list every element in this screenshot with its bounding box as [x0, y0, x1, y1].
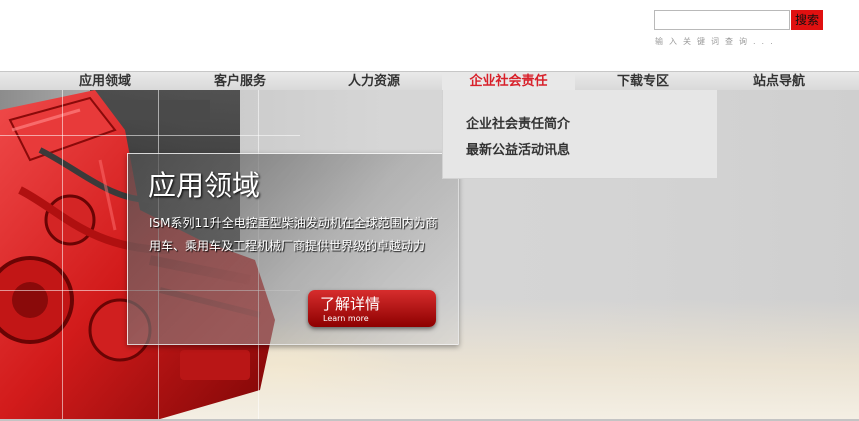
nav-item-human-resources[interactable]: 人力资源	[348, 72, 400, 91]
nav-item-social-responsibility[interactable]: 企业社会责任	[442, 72, 575, 91]
nav-item-applications[interactable]: 应用领域	[79, 72, 131, 91]
learn-more-sublabel: Learn more	[323, 314, 369, 323]
search-button[interactable]: 搜索	[791, 10, 823, 30]
hero-description: ISM系列11升全电控重型柴油发动机在全球范围内为商用车、乘用车及工程机械厂商提…	[149, 216, 438, 253]
nav-item-site-map[interactable]: 站点导航	[753, 72, 805, 91]
hero-info-panel: 应用领域 ISM系列11升全电控重型柴油发动机在全球范围内为商用车、乘用车及工程…	[127, 153, 459, 345]
learn-more-button[interactable]: 了解详情 Learn more	[308, 290, 436, 327]
learn-more-label: 了解详情	[320, 295, 381, 313]
hero-title: 应用领域	[148, 169, 261, 202]
social-responsibility-dropdown: 企业社会责任简介 最新公益活动讯息	[442, 90, 718, 179]
grid-line	[0, 135, 300, 136]
nav-item-customer-service[interactable]: 客户服务	[214, 72, 266, 91]
main-nav: 应用领域 客户服务 人力资源 企业社会责任 下载专区 站点导航	[0, 71, 859, 92]
dropdown-item-csr-intro[interactable]: 企业社会责任简介	[466, 113, 570, 132]
dropdown-item-charity-news[interactable]: 最新公益活动讯息	[466, 139, 570, 158]
hero-banner: 应用领域 ISM系列11升全电控重型柴油发动机在全球范围内为商用车、乘用车及工程…	[0, 90, 859, 419]
search-hint: 输入关键词查询...	[655, 37, 779, 46]
search-input[interactable]	[654, 10, 790, 30]
grid-line	[62, 90, 63, 419]
nav-item-downloads[interactable]: 下载专区	[617, 72, 669, 91]
